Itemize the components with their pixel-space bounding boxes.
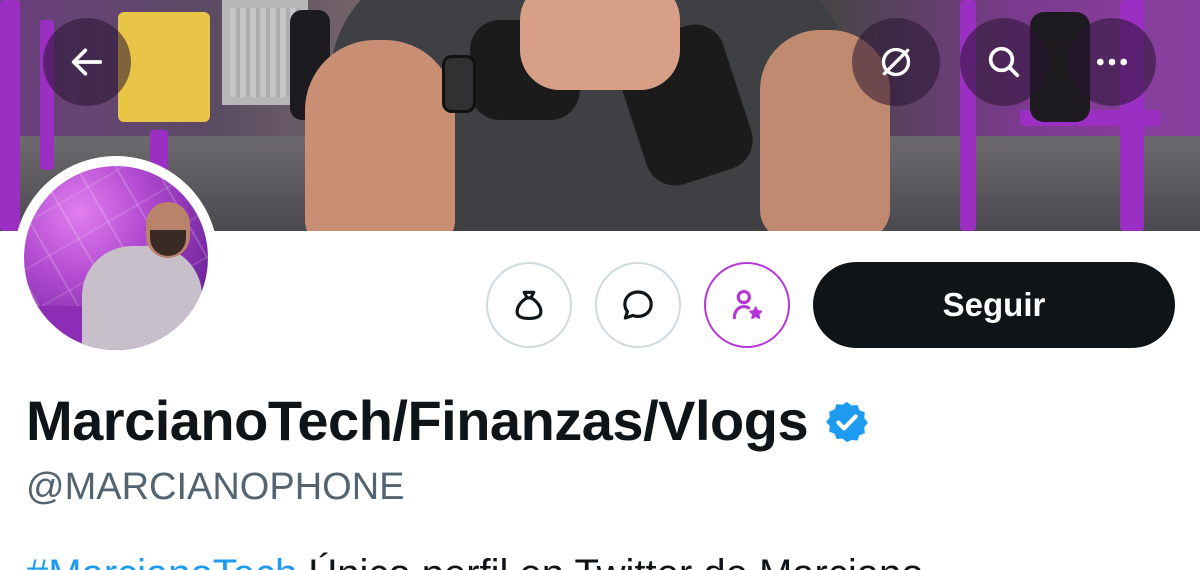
bio-text: Único perfil en Twitter de Marciano (297, 552, 923, 570)
tip-button[interactable] (486, 262, 572, 348)
banner-watch (442, 55, 476, 113)
more-button[interactable] (1068, 18, 1156, 106)
money-bag-icon (515, 290, 543, 321)
avatar[interactable] (24, 166, 208, 350)
subscribe-button[interactable] (704, 262, 790, 348)
chat-bubble-icon (623, 290, 653, 320)
search-icon (988, 46, 1020, 78)
bio-hashtag-link[interactable]: #MarcianoTech (26, 552, 297, 570)
slashed-circle-icon (881, 47, 911, 77)
person-star-icon (732, 289, 763, 320)
ellipsis-icon (1097, 58, 1127, 66)
banner-arm-left (305, 40, 455, 231)
message-button[interactable] (595, 262, 681, 348)
search-button[interactable] (960, 18, 1048, 106)
profile-bio: #MarcianoTech Único perfil en Twitter de… (26, 552, 923, 570)
avatar-body (82, 246, 202, 350)
profile-name-row: MarcianoTech/Finanzas/Vlogs (26, 388, 870, 452)
arrow-left-icon (71, 48, 103, 76)
profile-handle: @MARCIANOPHONE (26, 466, 405, 508)
banner-hands (520, 0, 680, 90)
display-name: MarcianoTech/Finanzas/Vlogs (26, 388, 809, 452)
verified-badge-icon[interactable] (824, 399, 870, 445)
grok-button[interactable] (852, 18, 940, 106)
banner-rack (0, 0, 20, 231)
back-button[interactable] (43, 18, 131, 106)
follow-button[interactable]: Seguir (813, 262, 1175, 348)
banner-barrel (118, 12, 210, 122)
